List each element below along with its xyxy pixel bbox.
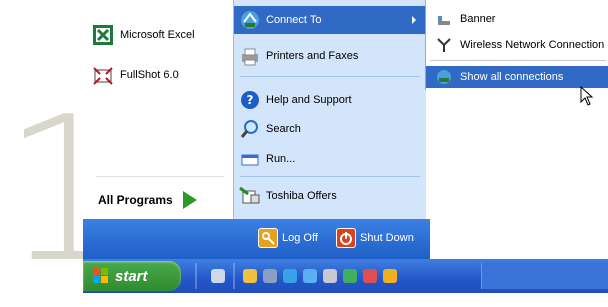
tools-icon[interactable] [323, 269, 337, 283]
key-icon [258, 228, 278, 248]
media-icon[interactable] [343, 269, 357, 283]
menu-item-label: Connect To [266, 14, 322, 26]
step-number: 1 [2, 74, 130, 307]
player-icon[interactable] [363, 269, 377, 283]
submenu-item-show-all[interactable]: Show all connections [426, 66, 608, 88]
mouse-cursor-icon [580, 85, 594, 111]
menu-item-help[interactable]: ? Help and Support [234, 86, 426, 114]
modem-icon [436, 11, 452, 27]
shut-down-button[interactable]: Shut Down [336, 228, 414, 248]
menu-item-label: Printers and Faxes [266, 50, 359, 62]
power-icon [336, 228, 356, 248]
menu-separator [240, 76, 420, 77]
all-programs-label: All Programs [98, 193, 173, 207]
star-icon[interactable] [383, 269, 397, 283]
connect-to-submenu: Banner Wireless Network Connection Show … [425, 0, 608, 90]
start-label: start [115, 267, 148, 285]
taskbar-separator [195, 263, 197, 289]
toshiba-offers-icon [239, 185, 261, 207]
folder-icon[interactable] [243, 269, 257, 283]
help-icon: ? [239, 89, 261, 111]
network-connect-icon [239, 9, 261, 31]
menu-item-run[interactable]: Run... [234, 145, 426, 173]
submenu-item-label: Banner [460, 13, 496, 25]
shut-down-label: Shut Down [360, 232, 414, 244]
submenu-item-banner[interactable]: Banner [426, 8, 608, 30]
program-item-fullshot[interactable]: FullShot 6.0 [92, 64, 179, 86]
taskbar-separator [233, 263, 235, 289]
menu-item-toshiba-offers[interactable]: Toshiba Offers [234, 182, 426, 210]
start-button[interactable]: start [83, 261, 181, 291]
taskbar-button-area[interactable] [481, 263, 608, 289]
printer-icon[interactable] [263, 269, 277, 283]
pencil-icon[interactable] [211, 269, 225, 283]
menu-item-connect-to[interactable]: Connect To [234, 6, 426, 34]
menu-item-label: Search [266, 123, 301, 135]
start-menu-bottom-bar: Log Off Shut Down [83, 219, 430, 259]
excel-icon [92, 24, 114, 46]
submenu-item-wireless[interactable]: Wireless Network Connection [426, 34, 608, 56]
ie-icon[interactable] [283, 269, 297, 283]
green-arrow-icon [182, 191, 197, 209]
menu-item-label: Toshiba Offers [266, 190, 337, 202]
svg-text:?: ? [247, 93, 254, 107]
all-programs-button[interactable]: All Programs [98, 186, 228, 214]
menu-item-printers[interactable]: Printers and Faxes [234, 42, 426, 70]
menu-item-label: Run... [266, 153, 296, 165]
printer-icon [239, 45, 261, 67]
submenu-item-label: Show all connections [460, 71, 564, 83]
menu-item-search[interactable]: Search [234, 115, 426, 143]
run-icon [239, 148, 261, 170]
taskbar: start [83, 259, 608, 293]
start-menu-right-pane: Connect To Printers and Faxes ? Help and… [233, 0, 426, 219]
program-label: Microsoft Excel [120, 29, 195, 41]
browser-icon[interactable] [303, 269, 317, 283]
left-pane-divider [96, 176, 224, 177]
program-item-excel[interactable]: Microsoft Excel [92, 24, 195, 46]
submenu-arrow-icon [412, 16, 416, 24]
submenu-item-label: Wireless Network Connection [460, 39, 605, 51]
windows-flag-icon [93, 268, 109, 284]
log-off-button[interactable]: Log Off [258, 228, 318, 248]
fullshot-icon [92, 64, 114, 86]
menu-item-label: Help and Support [266, 94, 352, 106]
program-label: FullShot 6.0 [120, 69, 179, 81]
wireless-antenna-icon [436, 37, 452, 53]
search-icon [239, 118, 261, 140]
log-off-label: Log Off [282, 232, 318, 244]
menu-separator [240, 176, 420, 177]
submenu-separator [430, 60, 606, 61]
network-connections-icon [436, 69, 452, 85]
